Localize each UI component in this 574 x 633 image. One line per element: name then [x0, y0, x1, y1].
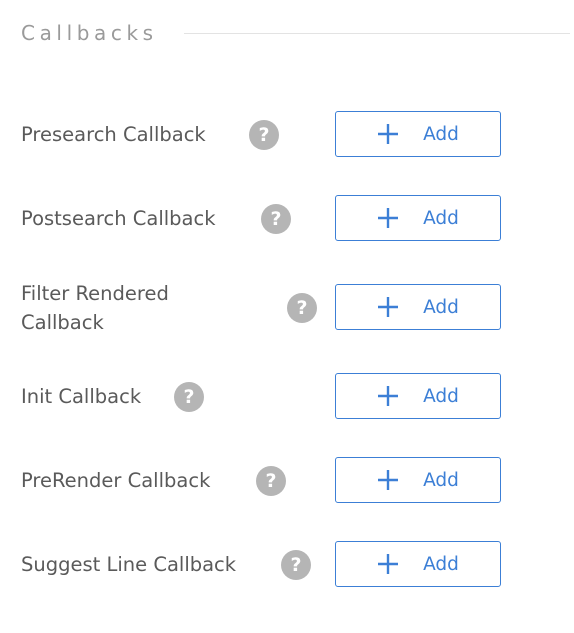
- add-button-label: Add: [423, 553, 459, 575]
- callback-label: Presearch Callback: [21, 123, 206, 146]
- plus-icon: [378, 386, 399, 406]
- section-title: Callbacks: [21, 21, 158, 45]
- add-filter-rendered-callback-button[interactable]: Add: [335, 284, 501, 330]
- add-button-label: Add: [423, 385, 459, 407]
- add-button-label: Add: [423, 207, 459, 229]
- add-button-label: Add: [423, 469, 459, 491]
- callback-label: Suggest Line Callback: [21, 553, 237, 576]
- plus-icon: [378, 208, 399, 228]
- callback-row-init: Init Callback: [21, 382, 141, 411]
- plus-icon: [378, 554, 399, 574]
- help-icon[interactable]: ?: [174, 382, 204, 412]
- plus-icon: [378, 124, 399, 144]
- help-icon[interactable]: ?: [261, 204, 291, 234]
- plus-icon: [378, 297, 399, 317]
- callback-row-suggest-line: Suggest Line Callback: [21, 550, 236, 579]
- help-icon[interactable]: ?: [249, 120, 279, 150]
- callback-label: Init Callback: [21, 385, 142, 408]
- callback-label: PreRender Callback: [21, 469, 211, 492]
- callback-row-presearch: Presearch Callback: [21, 120, 206, 149]
- callback-label: Filter Rendered Callback: [21, 282, 169, 334]
- callback-row-postsearch: Postsearch Callback: [21, 204, 216, 233]
- add-button-label: Add: [423, 296, 459, 318]
- callback-row-filter-rendered: Filter Rendered Callback: [21, 279, 236, 337]
- add-button-label: Add: [423, 123, 459, 145]
- add-suggest-line-callback-button[interactable]: Add: [335, 541, 501, 587]
- add-postsearch-callback-button[interactable]: Add: [335, 195, 501, 241]
- help-icon[interactable]: ?: [281, 550, 311, 580]
- help-icon[interactable]: ?: [256, 466, 286, 496]
- add-init-callback-button[interactable]: Add: [335, 373, 501, 419]
- add-presearch-callback-button[interactable]: Add: [335, 111, 501, 157]
- callback-label: Postsearch Callback: [21, 207, 216, 230]
- section-divider: [183, 33, 570, 34]
- add-prerender-callback-button[interactable]: Add: [335, 457, 501, 503]
- help-icon[interactable]: ?: [287, 293, 317, 323]
- callback-row-prerender: PreRender Callback: [21, 466, 210, 495]
- section-header: Callbacks: [21, 20, 570, 46]
- plus-icon: [378, 470, 399, 490]
